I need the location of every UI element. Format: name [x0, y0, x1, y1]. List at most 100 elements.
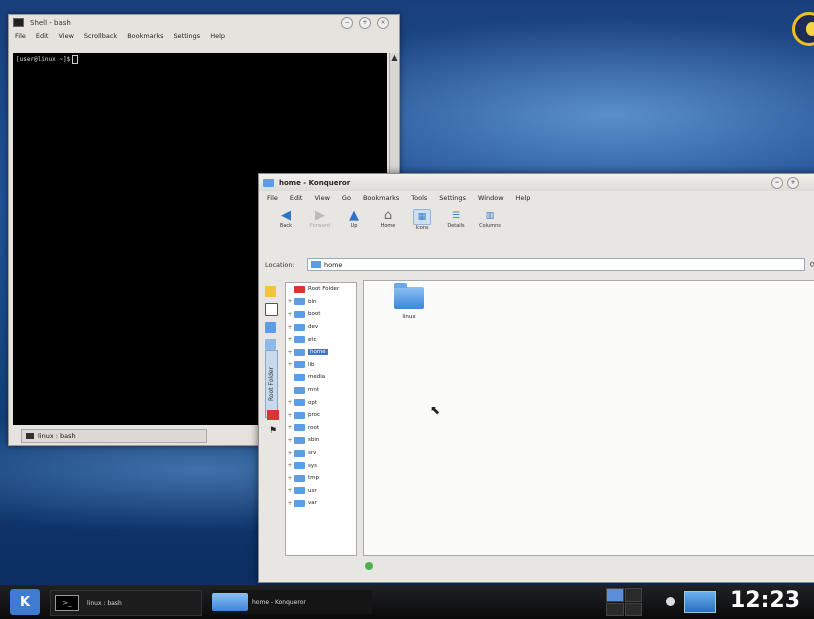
bookmarks-icon[interactable]	[265, 286, 276, 297]
desktop-3[interactable]	[606, 602, 624, 616]
columns-view-icon: ▥	[485, 211, 495, 221]
tree-item-lib[interactable]: + lib	[286, 359, 356, 372]
minimize-button[interactable]: −	[341, 16, 353, 29]
up-button[interactable]: ▲ Up	[341, 208, 367, 230]
menu-bookmarks[interactable]: Bookmarks	[127, 32, 163, 40]
desktop-pager[interactable]	[606, 588, 642, 616]
folder-icon	[263, 178, 274, 187]
maximize-button[interactable]: +	[359, 16, 371, 29]
clock[interactable]: 12:23	[730, 588, 800, 613]
task-konqueror[interactable]: home - Konqueror	[212, 590, 372, 614]
desktop-4[interactable]	[624, 602, 642, 616]
tree-item-boot[interactable]: + boot	[286, 308, 356, 321]
k-menu-button[interactable]: K	[10, 589, 40, 615]
menu-settings[interactable]: Settings	[439, 194, 466, 202]
menu-help[interactable]: Help	[516, 194, 531, 202]
folder-icon	[294, 436, 305, 444]
folder-icon	[294, 361, 305, 369]
tree-root[interactable]: Root Folder	[286, 283, 356, 296]
status-indicator-icon	[365, 562, 373, 570]
back-button[interactable]: ◀ Back	[273, 209, 299, 230]
tree-item-mnt[interactable]: mnt	[286, 384, 356, 397]
menu-help[interactable]: Help	[210, 32, 225, 40]
menu-settings[interactable]: Settings	[174, 32, 201, 40]
tree-item-etc[interactable]: + etc	[286, 333, 356, 346]
folder-icon	[294, 399, 305, 407]
menu-edit[interactable]: Edit	[290, 194, 303, 202]
network-icon[interactable]	[265, 339, 276, 350]
folder-icon[interactable]	[394, 283, 424, 309]
tree-item-proc[interactable]: + proc	[286, 409, 356, 422]
close-button[interactable]: ×	[377, 16, 389, 29]
root-folder-tab[interactable]: Root Folder	[265, 350, 278, 418]
konqueror-window[interactable]: home - Konqueror − + File Edit View Go B…	[258, 173, 814, 583]
show-desktop-icon[interactable]	[684, 591, 716, 613]
tree-item-sbin[interactable]: + sbin	[286, 434, 356, 447]
tree-item-home[interactable]: + home	[286, 346, 356, 359]
go-dropdown-icon[interactable]: ⟳▾	[805, 260, 814, 269]
tree-item-root[interactable]: + root	[286, 422, 356, 435]
tree-item-bin[interactable]: + bin	[286, 296, 356, 309]
task-konsole[interactable]: >_ linux : bash	[50, 590, 202, 616]
menu-tools[interactable]: Tools	[411, 194, 427, 202]
location-input[interactable]: home	[307, 258, 805, 271]
folder-tree[interactable]: Root Folder + bin + boot + dev + etc + home +…	[285, 282, 357, 556]
flag-icon[interactable]: ⚑	[269, 426, 277, 436]
maximize-button[interactable]: +	[787, 176, 799, 189]
mouse-pointer-icon: ⬉	[430, 403, 441, 417]
services-icon[interactable]	[267, 410, 279, 420]
menu-view[interactable]: View	[314, 194, 329, 202]
minimize-button[interactable]: −	[771, 176, 783, 189]
home-label: Home	[380, 223, 396, 229]
session-icon	[26, 433, 34, 439]
home-folder-icon[interactable]	[265, 322, 276, 333]
details-view-button[interactable]: ☰ Details	[443, 209, 469, 229]
konsole-session-tab[interactable]: linux : bash	[21, 429, 207, 443]
folder-icon	[294, 474, 305, 482]
desktop-2[interactable]	[624, 588, 642, 602]
menu-file[interactable]: File	[15, 32, 26, 40]
konsole-titlebar[interactable]: Shell - bash − + ×	[9, 15, 399, 30]
scroll-up-icon[interactable]: ▲	[390, 53, 399, 62]
folder-icon	[294, 373, 305, 381]
history-icon[interactable]	[265, 303, 278, 316]
icons-view-button[interactable]: ▦ Icons	[409, 209, 435, 231]
terminal-prompt: [user@linux ~]$	[13, 53, 387, 66]
menu-bookmarks[interactable]: Bookmarks	[363, 194, 399, 202]
tree-item-srv[interactable]: + srv	[286, 447, 356, 460]
menu-view[interactable]: View	[58, 32, 73, 40]
details-label: Details	[447, 223, 465, 229]
tree-item-sys[interactable]: + sys	[286, 459, 356, 472]
menu-edit[interactable]: Edit	[36, 32, 49, 40]
tree-item-tmp[interactable]: + tmp	[286, 472, 356, 485]
tray-status-icon[interactable]	[666, 597, 675, 606]
task-label: linux : bash	[87, 599, 122, 607]
menu-window[interactable]: Window	[478, 194, 504, 202]
columns-view-button[interactable]: ▥ Columns	[477, 209, 503, 229]
folder-label[interactable]: linux	[394, 314, 424, 320]
folder-icon	[311, 261, 321, 268]
tree-item-dev[interactable]: + dev	[286, 321, 356, 334]
tree-item-media[interactable]: media	[286, 371, 356, 384]
terminal-icon	[13, 18, 24, 27]
konqueror-titlebar[interactable]: home - Konqueror − +	[259, 174, 814, 191]
details-view-icon: ☰	[451, 211, 461, 221]
tree-item-var[interactable]: + var	[286, 497, 356, 510]
forward-button[interactable]: ▶ Forward	[307, 208, 333, 230]
tree-item-opt[interactable]: + opt	[286, 396, 356, 409]
forward-arrow-icon: ▶	[315, 208, 325, 223]
taskbar: K >_ linux : bash home - Konqueror 12:23	[0, 585, 814, 619]
tree-item-usr[interactable]: + usr	[286, 485, 356, 498]
menu-file[interactable]: File	[267, 194, 278, 202]
back-label: Back	[279, 223, 293, 229]
folder-icon	[212, 593, 248, 611]
up-arrow-icon: ▲	[349, 208, 359, 223]
menu-go[interactable]: Go	[342, 194, 351, 202]
home-button[interactable]: ⌂ Home	[375, 209, 401, 230]
session-tab-label: linux : bash	[38, 432, 76, 440]
file-view[interactable]: linux ⬉	[363, 280, 814, 556]
columns-label: Columns	[479, 223, 501, 229]
desktop-1[interactable]	[606, 588, 624, 602]
menu-scrollback[interactable]: Scrollback	[84, 32, 117, 40]
folder-icon	[294, 424, 305, 432]
